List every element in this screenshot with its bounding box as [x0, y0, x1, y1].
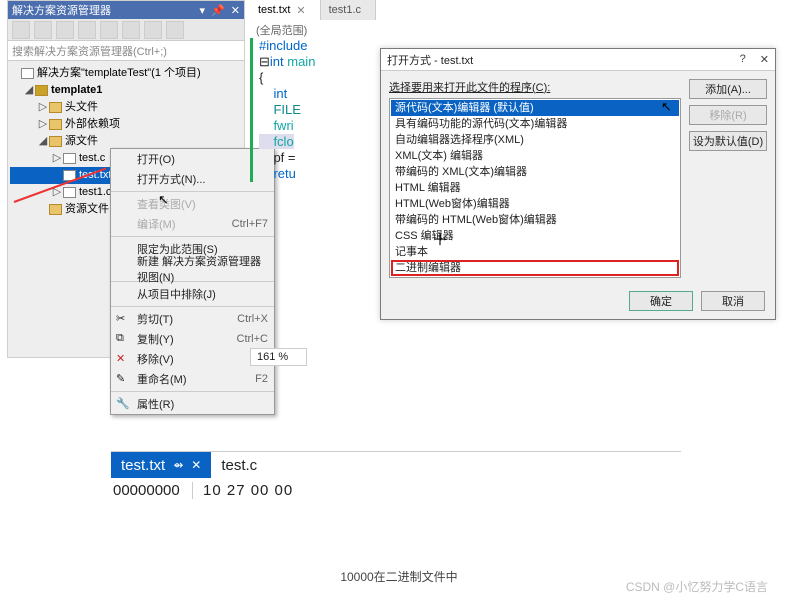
label: 资源文件	[65, 201, 109, 218]
class-icon	[116, 197, 130, 211]
menu-exclude[interactable]: 从项目中排除(J)	[111, 284, 274, 304]
label: 头文件	[65, 99, 98, 116]
close-icon[interactable]: ✕	[231, 4, 240, 17]
delete-icon: ✕	[116, 352, 130, 366]
menu-props[interactable]: 🔧属性(R)	[111, 394, 274, 414]
dropdown-icon[interactable]: ▾	[200, 4, 206, 17]
new-icon	[116, 262, 130, 276]
tab-test-txt[interactable]: test.txt✕	[250, 0, 321, 20]
toolbar-button[interactable]	[166, 21, 184, 39]
toolbar-button[interactable]	[12, 21, 30, 39]
pin-icon[interactable]: 📌	[211, 4, 225, 17]
wrench-icon: 🔧	[116, 397, 130, 411]
list-item[interactable]: HTML 编辑器	[391, 180, 679, 196]
list-item[interactable]: 带编码的 XML(文本)编辑器	[391, 164, 679, 180]
pin-icon[interactable]: ⇴	[173, 458, 183, 472]
solution-node[interactable]: 解决方案"templateTest"(1 个项目)	[10, 65, 242, 82]
menu-cut[interactable]: ✂剪切(T)Ctrl+X	[111, 309, 274, 329]
code-editor[interactable]: #include ⊟int main { int FILE fwri fclo …	[250, 38, 370, 182]
label: test.txt	[79, 167, 111, 184]
hex-address: 00000000	[111, 482, 193, 499]
list-item[interactable]: 自动编辑器选择程序(XML)	[391, 132, 679, 148]
list-item[interactable]: 具有编码功能的源代码(文本)编辑器	[391, 116, 679, 132]
list-item[interactable]: CSS 编辑器	[391, 228, 679, 244]
menu-view-class: 查看类图(V)	[111, 194, 274, 214]
add-button[interactable]: 添加(A)...	[689, 79, 767, 99]
panel-title: 解决方案资源管理器	[12, 2, 111, 18]
list-item[interactable]: 源代码(文本)编辑器 (默认值)	[391, 100, 679, 116]
toolbar-button[interactable]	[56, 21, 74, 39]
remove-button: 移除(R)	[689, 105, 767, 125]
panel-toolbar	[8, 19, 244, 41]
menu-new-view[interactable]: 新建 解决方案资源管理器 视图(N)	[111, 259, 274, 279]
menu-copy[interactable]: ⧉复制(Y)Ctrl+C	[111, 329, 274, 349]
list-item[interactable]: XML(文本) 编辑器	[391, 148, 679, 164]
label: 解决方案"templateTest"(1 个项目)	[37, 65, 201, 82]
copy-icon: ⧉	[116, 332, 130, 346]
tree-node[interactable]: ▷外部依赖项	[10, 116, 242, 133]
close-icon[interactable]: ✕	[760, 53, 769, 66]
panel-titlebar[interactable]: 解决方案资源管理器 ▾ 📌 ✕	[8, 1, 244, 19]
hex-bytes: 10 27 00 00	[193, 482, 293, 499]
toolbar-button[interactable]	[78, 21, 96, 39]
scope-dropdown[interactable]: (全局范围)	[250, 21, 313, 39]
toolbar-button[interactable]	[100, 21, 118, 39]
list-item[interactable]: 带编码的 HTML(Web窗体)编辑器	[391, 212, 679, 228]
search-input[interactable]: 搜索解决方案资源管理器(Ctrl+;)	[8, 41, 244, 61]
list-item[interactable]: HTML(Web窗体)编辑器	[391, 196, 679, 212]
listbox-label: 选择要用来打开此文件的程序(C):	[389, 79, 681, 95]
context-menu: 打开(O) 打开方式(N)... 查看类图(V) 编译(M)Ctrl+F7 限定…	[110, 148, 275, 415]
program-listbox[interactable]: 源代码(文本)编辑器 (默认值) 具有编码功能的源代码(文本)编辑器 自动编辑器…	[389, 98, 681, 278]
toolbar-button[interactable]	[144, 21, 162, 39]
menu-rename[interactable]: ✎重命名(M)F2	[111, 369, 274, 389]
label: 源文件	[65, 133, 98, 150]
toolbar-button[interactable]	[34, 21, 52, 39]
dialog-titlebar[interactable]: 打开方式 - test.txt ? ✕	[381, 49, 775, 71]
list-item[interactable]: 资源编辑器	[391, 276, 679, 278]
list-item[interactable]: 记事本	[391, 244, 679, 260]
zoom-combo[interactable]: 161 %	[250, 348, 307, 366]
dialog-title: 打开方式 - test.txt	[387, 52, 473, 68]
label: test.c	[79, 150, 105, 167]
label: template1	[51, 82, 102, 99]
open-icon	[116, 152, 130, 166]
hex-content[interactable]: 00000000 10 27 00 00	[111, 478, 681, 503]
project-node[interactable]: ◢template1	[10, 82, 242, 99]
cancel-button[interactable]: 取消	[701, 291, 765, 311]
hex-tab-txt[interactable]: test.txt⇴✕	[111, 452, 211, 478]
tree-node[interactable]: ▷头文件	[10, 99, 242, 116]
close-icon[interactable]: ✕	[191, 458, 201, 472]
hex-tab-c[interactable]: test.c	[211, 452, 267, 478]
watermark: CSDN @小忆努力学C语言	[626, 578, 768, 595]
list-item-binary[interactable]: 二进制编辑器	[391, 260, 679, 276]
editor-tabs: test.txt✕ test1.c	[250, 0, 376, 20]
toolbar-button[interactable]	[122, 21, 140, 39]
label: test1.c	[79, 184, 111, 201]
tab-test1-c[interactable]: test1.c	[321, 0, 376, 20]
menu-compile: 编译(M)Ctrl+F7	[111, 214, 274, 234]
open-with-dialog: 打开方式 - test.txt ? ✕ 选择要用来打开此文件的程序(C): 源代码…	[380, 48, 776, 320]
rename-icon: ✎	[116, 372, 130, 386]
ok-button[interactable]: 确定	[629, 291, 693, 311]
hex-viewer: test.txt⇴✕ test.c 00000000 10 27 00 00	[111, 451, 681, 503]
close-icon[interactable]: ✕	[296, 4, 305, 17]
cut-icon: ✂	[116, 312, 130, 326]
set-default-button[interactable]: 设为默认值(D)	[689, 131, 767, 151]
label: 外部依赖项	[65, 116, 120, 133]
help-icon[interactable]: ?	[740, 53, 746, 66]
